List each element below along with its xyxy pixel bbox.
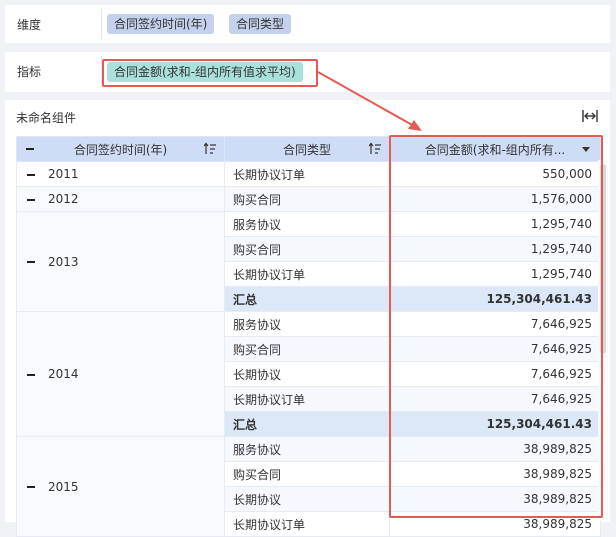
dimension-pill-contract-type[interactable]: 合同类型 (229, 14, 292, 34)
total-label: 汇总 (224, 286, 390, 312)
contract-type-cell: 长期协议 (224, 361, 390, 387)
contract-type-cell: 购买合同 (224, 236, 390, 262)
collapse-icon[interactable] (26, 195, 36, 205)
collapse-icon[interactable] (26, 170, 36, 180)
contract-type-cell: 服务协议 (224, 436, 390, 462)
panel-divider (101, 9, 102, 39)
collapse-icon[interactable] (26, 482, 36, 492)
value-column-highlight (389, 135, 603, 518)
year-cell[interactable]: 2013 (16, 211, 225, 312)
collapse-icon[interactable] (26, 370, 36, 380)
column-header-contract-year[interactable]: 合同签约时间(年) (16, 136, 225, 162)
year-label: 2012 (48, 192, 79, 206)
metric-pill-highlight (102, 59, 318, 87)
column-header-contract-type[interactable]: 合同类型 (224, 136, 390, 162)
contract-type-cell: 服务协议 (224, 211, 390, 237)
collapse-all-icon[interactable] (25, 144, 35, 154)
year-cell[interactable]: 2014 (16, 311, 225, 437)
contract-type-cell: 长期协议订单 (224, 261, 390, 287)
total-label: 汇总 (224, 411, 390, 437)
contract-type-cell: 服务协议 (224, 311, 390, 337)
dimension-label: 维度 (17, 18, 42, 32)
sort-icon[interactable] (204, 142, 216, 156)
column-header-label: 合同签约时间(年) (73, 142, 168, 157)
year-cell[interactable]: 2012 (16, 186, 225, 212)
widget-title: 未命名组件 (16, 111, 77, 125)
contract-type-cell: 购买合同 (224, 336, 390, 362)
column-header-label: 合同类型 (282, 142, 331, 157)
contract-type-cell: 长期协议订单 (224, 386, 390, 412)
contract-type-cell: 长期协议订单 (224, 511, 390, 537)
year-label: 2015 (48, 479, 79, 494)
contract-type-cell: 长期协议 (224, 486, 390, 512)
dimension-pill-contract-year[interactable]: 合同签约时间(年) (107, 14, 215, 34)
year-label: 2011 (48, 167, 79, 181)
sort-icon[interactable] (369, 142, 381, 156)
contract-type-cell: 长期协议订单 (224, 161, 390, 187)
contract-type-cell: 购买合同 (224, 461, 390, 487)
dimension-panel: 维度 合同签约时间(年) 合同类型 (5, 5, 610, 43)
collapse-icon[interactable] (26, 257, 36, 267)
metric-label: 指标 (17, 65, 42, 79)
year-label: 2014 (48, 367, 79, 381)
fit-width-icon[interactable] (582, 109, 598, 123)
year-cell[interactable]: 2011 (16, 161, 225, 187)
contract-type-cell: 购买合同 (224, 186, 390, 212)
year-label: 2013 (48, 254, 79, 269)
